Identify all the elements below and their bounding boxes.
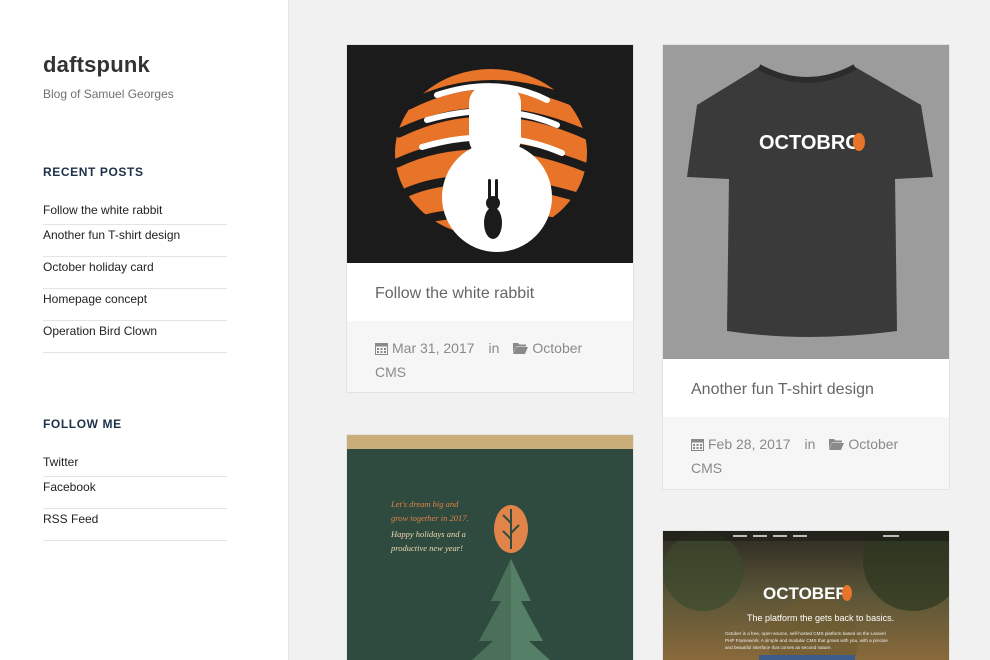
homepage-description-line: October is a free, open-source, self-hos… bbox=[725, 631, 886, 636]
post-image-homepage[interactable]: OCTOBER The platform the gets back to ba… bbox=[663, 531, 949, 660]
holiday-text-line: grow together in 2017. bbox=[391, 513, 469, 523]
recent-post-item[interactable]: Another fun T-shirt design bbox=[43, 225, 227, 257]
tshirt-logo-text: OCTOBRO bbox=[759, 132, 861, 154]
homepage-logo-text: OCTOBER bbox=[763, 584, 848, 603]
holiday-card-illustration: Let's dream big and grow together in 201… bbox=[347, 449, 633, 660]
rabbit-hole-illustration bbox=[392, 69, 592, 252]
folder-icon bbox=[829, 434, 845, 456]
recent-post-item[interactable]: Homepage concept bbox=[43, 289, 227, 321]
holiday-text-line: productive new year! bbox=[390, 543, 463, 553]
rss-feed-link[interactable]: RSS Feed bbox=[43, 509, 227, 541]
follow-me-heading: FOLLOW ME bbox=[43, 417, 122, 431]
recent-posts-widget: RECENT POSTS Follow the white rabbit Ano… bbox=[43, 165, 227, 353]
post-card[interactable]: Follow the white rabbit Mar 31, 2017 in O… bbox=[346, 44, 634, 393]
recent-posts-heading: RECENT POSTS bbox=[43, 165, 144, 179]
homepage-description-line: and beautiful interface that comes as se… bbox=[725, 645, 832, 650]
post-category-cms[interactable]: CMS bbox=[691, 460, 722, 476]
calendar-icon bbox=[375, 339, 388, 361]
holiday-text-line: Happy holidays and a bbox=[390, 529, 466, 539]
post-image-holiday-card[interactable]: Let's dream big and grow together in 201… bbox=[347, 435, 633, 660]
calendar-icon bbox=[691, 435, 704, 457]
sidebar: daftspunk Blog of Samuel Georges RECENT … bbox=[0, 0, 289, 660]
homepage-description-line: PHP Framework. A simple and modular CMS … bbox=[725, 638, 888, 643]
post-image-rabbit[interactable] bbox=[347, 45, 633, 263]
post-in-label: in bbox=[804, 436, 816, 452]
post-title[interactable]: Follow the white rabbit bbox=[347, 263, 633, 321]
holiday-text-line: Let's dream big and bbox=[390, 499, 459, 509]
post-card[interactable]: OCTOBRO Another fun T-shirt design Feb 2… bbox=[662, 44, 950, 490]
recent-post-item[interactable]: Operation Bird Clown bbox=[43, 321, 227, 353]
tshirt-illustration: OCTOBRO bbox=[687, 64, 933, 337]
post-date: Feb 28, 2017 bbox=[708, 436, 791, 452]
site-title[interactable]: daftspunk bbox=[43, 52, 150, 78]
facebook-link[interactable]: Facebook bbox=[43, 477, 227, 509]
post-card[interactable]: OCTOBER The platform the gets back to ba… bbox=[662, 530, 950, 660]
folder-icon bbox=[513, 338, 529, 360]
post-meta: Mar 31, 2017 in October CMS bbox=[347, 321, 633, 392]
post-category-cms[interactable]: CMS bbox=[375, 364, 406, 380]
homepage-tagline: The platform the gets back to basics. bbox=[747, 613, 894, 623]
site-description: Blog of Samuel Georges bbox=[43, 87, 174, 101]
post-date: Mar 31, 2017 bbox=[392, 340, 475, 356]
recent-post-item[interactable]: Follow the white rabbit bbox=[43, 203, 227, 225]
post-meta: Feb 28, 2017 in October CMS bbox=[663, 417, 949, 489]
post-category[interactable]: October bbox=[848, 436, 898, 452]
recent-post-item[interactable]: October holiday card bbox=[43, 257, 227, 289]
twitter-link[interactable]: Twitter bbox=[43, 455, 227, 477]
post-category[interactable]: October bbox=[532, 340, 582, 356]
post-in-label: in bbox=[488, 340, 500, 356]
follow-me-widget: FOLLOW ME Twitter Facebook RSS Feed bbox=[43, 417, 227, 541]
post-title[interactable]: Another fun T-shirt design bbox=[663, 359, 949, 417]
post-card[interactable]: Let's dream big and grow together in 201… bbox=[346, 434, 634, 660]
homepage-concept-illustration: OCTOBER The platform the gets back to ba… bbox=[663, 531, 949, 660]
post-image-tshirt[interactable]: OCTOBRO bbox=[663, 45, 949, 359]
